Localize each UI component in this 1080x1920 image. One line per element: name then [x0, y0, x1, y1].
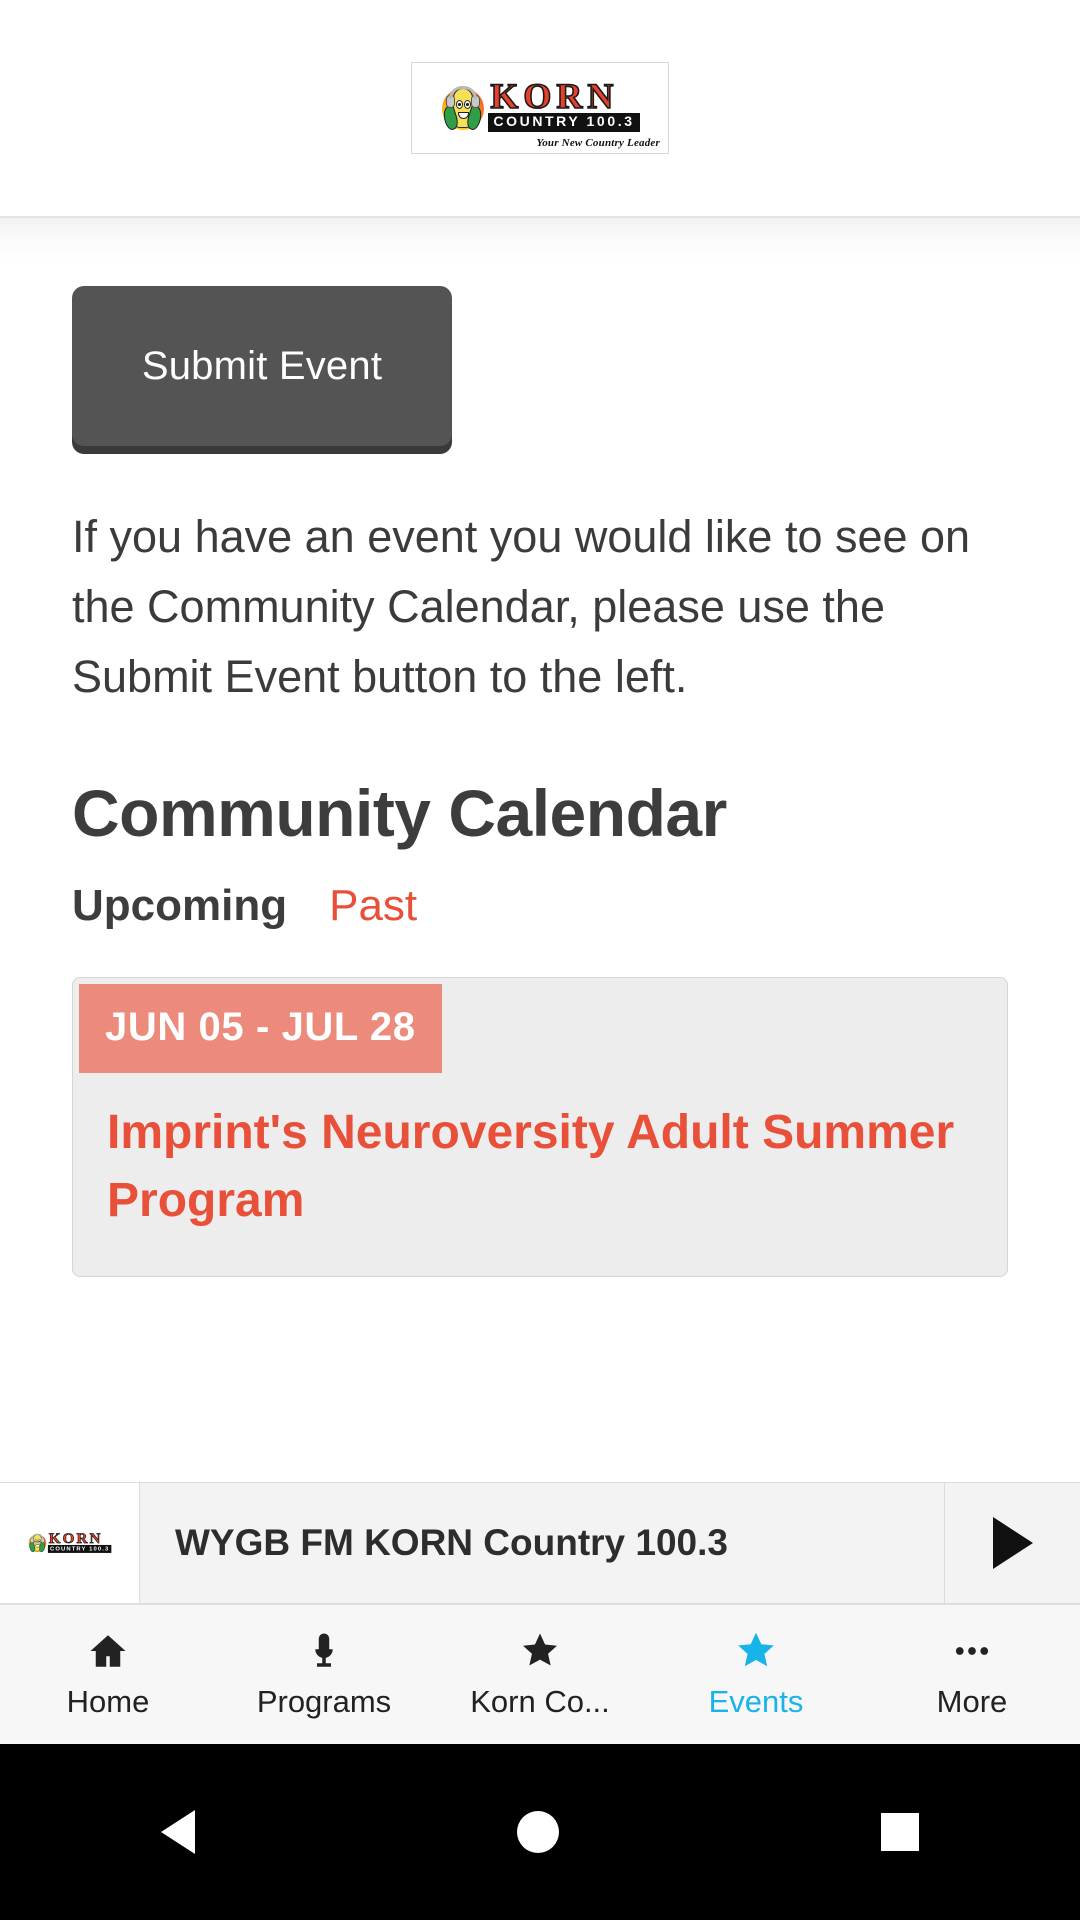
microphone-icon	[303, 1630, 345, 1672]
logo-station-name: KORN	[490, 76, 619, 117]
logo-frequency: COUNTRY 100.3	[488, 113, 640, 132]
event-card[interactable]: JUN 05 - JUL 28 Imprint's Neuroversity A…	[72, 976, 1008, 1277]
nav-item-programs[interactable]: Programs	[216, 1605, 432, 1744]
page-content: Submit Event If you have an event you wo…	[0, 218, 1080, 1482]
nav-label-home: Home	[66, 1683, 150, 1719]
event-date-badge: JUN 05 - JUL 28	[79, 983, 442, 1073]
station-logo: KORN COUNTRY 100.3 Your New Country Lead…	[411, 62, 669, 154]
home-icon	[87, 1630, 129, 1672]
calendar-tabs: Upcoming Past	[72, 881, 1080, 931]
nav-label-korn-country: Korn Co...	[470, 1683, 610, 1719]
play-button[interactable]	[945, 1483, 1080, 1603]
event-title[interactable]: Imprint's Neuroversity Adult Summer Prog…	[107, 1099, 973, 1235]
app-screen: KORN COUNTRY 100.3 Your New Country Lead…	[0, 0, 1080, 1920]
intro-paragraph: If you have an event you would like to s…	[72, 511, 971, 703]
corn-mascot-headphones-icon	[27, 1533, 47, 1553]
app-header: KORN COUNTRY 100.3 Your New Country Lead…	[0, 0, 1080, 218]
now-playing-title: WYGB FM KORN Country 100.3	[140, 1483, 945, 1603]
recents-square-icon[interactable]	[881, 1813, 919, 1851]
audio-player-bar: KORN COUNTRY 100.3 WYGB FM KORN Country …	[0, 1482, 1080, 1604]
star-icon	[519, 1630, 561, 1672]
ellipsis-icon	[951, 1630, 993, 1672]
logo-tagline: Your New Country Leader	[536, 137, 660, 149]
bottom-navigation: Home Programs Korn Co... Events More	[0, 1604, 1080, 1744]
logo-station-name-mini: KORN	[48, 1529, 103, 1547]
nav-item-home[interactable]: Home	[0, 1605, 216, 1744]
back-triangle-icon[interactable]	[161, 1810, 195, 1854]
star-filled-icon	[734, 1630, 778, 1672]
play-icon	[992, 1517, 1033, 1569]
nav-item-more[interactable]: More	[864, 1605, 1080, 1744]
logo-frequency-mini: COUNTRY 100.3	[47, 1545, 112, 1553]
android-system-bar	[0, 1744, 1080, 1920]
korn-logo-thumbnail: KORN COUNTRY 100.3	[0, 1483, 140, 1603]
nav-item-korn-country[interactable]: Korn Co...	[432, 1605, 648, 1744]
nav-label-events: Events	[708, 1683, 804, 1719]
page-title: Community Calendar	[72, 775, 727, 850]
nav-label-more: More	[936, 1683, 1008, 1719]
corn-mascot-headphones-icon	[440, 84, 486, 132]
submit-event-button[interactable]: Submit Event	[72, 286, 452, 446]
nav-item-events[interactable]: Events	[648, 1605, 864, 1744]
home-circle-icon[interactable]	[517, 1811, 559, 1853]
tab-upcoming[interactable]: Upcoming	[72, 881, 287, 931]
tab-past[interactable]: Past	[329, 881, 417, 931]
nav-label-programs: Programs	[256, 1683, 392, 1719]
